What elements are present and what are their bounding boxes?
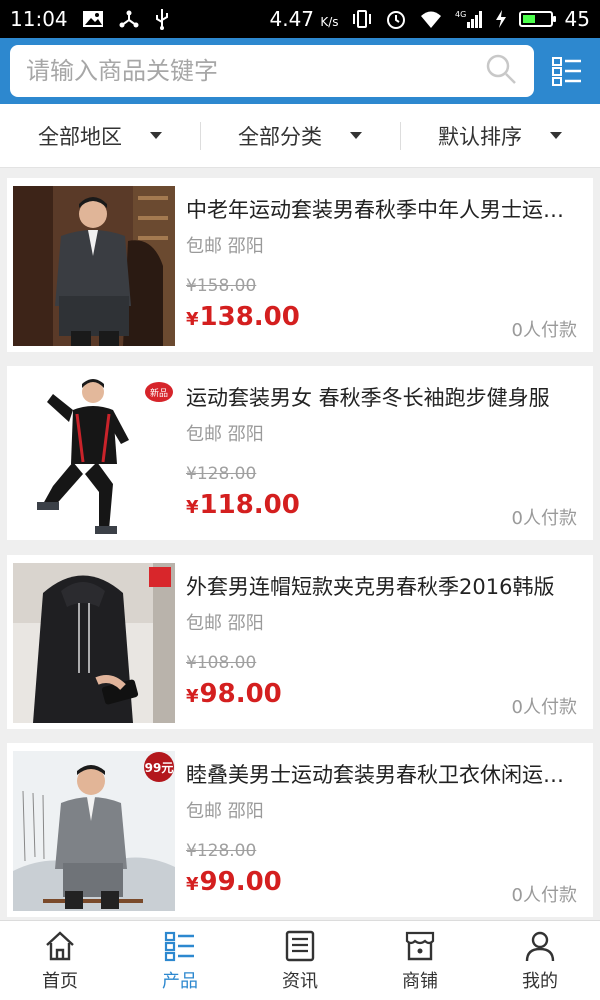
search-input[interactable] [26, 57, 484, 85]
sales-count: 0人付款 [511, 508, 577, 529]
product-image[interactable] [13, 563, 175, 723]
product-tags: 包邮 邵阳 [186, 424, 264, 445]
product-card[interactable]: 99元 睦叠美男士运动套装男春秋卫衣休闲运动服 包邮 邵阳 ¥128.00 ¥9… [7, 743, 593, 917]
tab-products[interactable]: 产品 [120, 921, 240, 1000]
signal-icon: 4G [455, 9, 483, 29]
filter-label: 全部分类 [238, 124, 322, 149]
product-title[interactable]: 睦叠美男士运动套装男春秋卫衣休闲运动服 [186, 759, 581, 789]
tab-label: 产品 [162, 970, 198, 992]
caret-down-icon [350, 132, 362, 139]
product-tags: 包邮 邵阳 [186, 236, 264, 257]
list-icon [164, 931, 194, 961]
original-price: ¥128.00 [186, 841, 257, 861]
product-title[interactable]: 中老年运动套装男春秋季中年人男士运动服 [186, 194, 581, 224]
category-menu-button[interactable] [550, 54, 584, 88]
original-price: ¥108.00 [186, 653, 257, 673]
search-box[interactable] [10, 45, 534, 97]
sale-price: ¥118.00 [186, 490, 300, 520]
tab-label: 资讯 [282, 970, 318, 992]
battery-percent: 45 [564, 7, 590, 31]
product-image[interactable]: 99元 [13, 751, 175, 911]
product-tags: 包邮 邵阳 [186, 801, 264, 822]
filter-sort[interactable]: 默认排序 [400, 104, 600, 167]
product-image[interactable] [13, 186, 175, 346]
filter-category[interactable]: 全部分类 [200, 104, 400, 167]
vibrate-icon [351, 9, 373, 29]
product-tags: 包邮 邵阳 [186, 613, 264, 634]
filter-bar: 全部地区 全部分类 默认排序 [0, 104, 600, 168]
status-time: 11:04 [10, 7, 68, 31]
header [0, 38, 600, 104]
tab-news[interactable]: 资讯 [240, 921, 360, 1000]
home-icon [46, 930, 74, 960]
store-icon [405, 931, 435, 960]
usb-icon [154, 8, 170, 30]
charging-icon [495, 9, 507, 29]
sales-count: 0人付款 [511, 320, 577, 341]
tab-stores[interactable]: 商铺 [360, 921, 480, 1000]
original-price: ¥128.00 [186, 464, 257, 484]
product-card[interactable]: 中老年运动套装男春秋季中年人男士运动服 包邮 邵阳 ¥158.00 ¥138.0… [7, 178, 593, 352]
user-icon [525, 931, 555, 961]
sale-price: ¥138.00 [186, 302, 300, 332]
bottom-tab-bar: 首页 产品 资讯 商铺 我的 [0, 920, 600, 1000]
sale-price: ¥99.00 [186, 867, 282, 897]
filter-label: 默认排序 [438, 124, 522, 149]
tab-label: 首页 [42, 970, 78, 992]
svg-text:99元: 99元 [145, 761, 174, 775]
tab-home[interactable]: 首页 [0, 921, 120, 1000]
search-icon[interactable] [484, 52, 518, 90]
product-card[interactable]: 外套男连帽短款夹克男春秋季2016韩版 包邮 邵阳 ¥108.00 ¥98.00… [7, 555, 593, 729]
product-title[interactable]: 外套男连帽短款夹克男春秋季2016韩版 [186, 571, 581, 601]
battery-icon [518, 11, 556, 27]
product-title[interactable]: 运动套装男女 春秋季冬长袖跑步健身服 [186, 382, 581, 412]
network-speed: 4.47 K/s [269, 7, 339, 31]
status-bar: 11:04 4.47 K/s 4G 45 [0, 0, 600, 38]
sales-count: 0人付款 [511, 885, 577, 906]
wifi-icon [419, 9, 443, 29]
svg-text:新品: 新品 [150, 387, 168, 399]
caret-down-icon [550, 132, 562, 139]
product-image[interactable]: 新品 [13, 374, 175, 534]
sales-count: 0人付款 [511, 697, 577, 718]
news-icon [285, 930, 315, 961]
caret-down-icon [150, 132, 162, 139]
category-grid-icon [552, 57, 581, 86]
image-icon [82, 10, 104, 28]
filter-label: 全部地区 [38, 124, 122, 149]
alarm-icon [385, 8, 407, 30]
tab-label: 我的 [522, 970, 558, 992]
svg-text:4G: 4G [455, 10, 466, 19]
original-price: ¥158.00 [186, 276, 257, 296]
filter-region[interactable]: 全部地区 [0, 104, 200, 167]
share-icon [118, 9, 140, 29]
tab-profile[interactable]: 我的 [480, 921, 600, 1000]
sale-price: ¥98.00 [186, 679, 282, 709]
product-card[interactable]: 新品 运动套装男女 春秋季冬长袖跑步健身服 包邮 邵阳 ¥128.00 ¥118… [7, 366, 593, 540]
tab-label: 商铺 [402, 970, 438, 992]
